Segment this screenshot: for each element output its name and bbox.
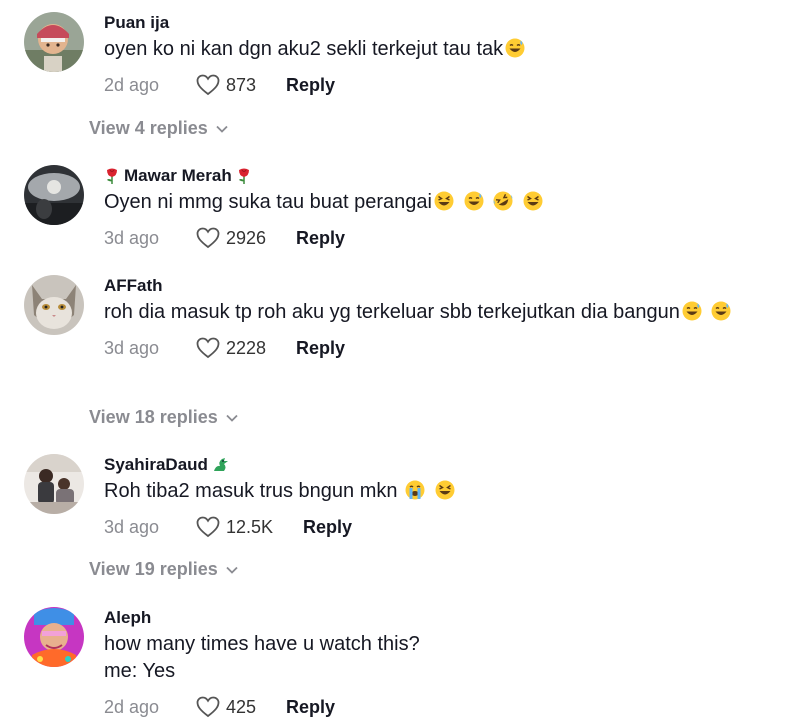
chevron-down-icon <box>226 414 238 422</box>
rose-icon <box>238 168 249 184</box>
username-text[interactable]: Aleph <box>104 607 151 629</box>
avatar[interactable] <box>24 454 84 514</box>
rose-icon <box>107 168 117 184</box>
timestamp: 3d ago <box>104 227 160 248</box>
comment-meta: 3d ago 2228 Reply <box>104 336 794 360</box>
comment-text: oyen ko ni kan dgn aku2 sekli terkejut t… <box>104 36 794 63</box>
view-replies-label: View 18 replies <box>89 407 218 427</box>
comment-text-content: roh dia masuk tp roh aku yg terkeluar sb… <box>104 301 680 323</box>
avatar[interactable] <box>24 12 84 72</box>
squint-laugh-emoji-icon <box>434 191 454 211</box>
comment-text-content: Roh tiba2 masuk trus bngun mkn <box>104 480 398 502</box>
username[interactable]: SyahiraDaud <box>104 454 794 476</box>
view-replies-button[interactable]: View 4 replies <box>89 118 228 139</box>
timestamp: 2d ago <box>104 696 160 717</box>
heart-icon <box>196 227 220 249</box>
sweat-grin-emoji-icon <box>682 301 702 321</box>
squint-laugh-emoji-icon <box>523 191 543 211</box>
comment-list: Puan ija oyen ko ni kan dgn aku2 sekli t… <box>0 0 810 728</box>
timestamp: 3d ago <box>104 337 160 358</box>
username[interactable]: Mawar Merah <box>104 165 794 187</box>
view-replies-button[interactable]: View 19 replies <box>89 559 238 580</box>
comment-meta: 3d ago 2926 Reply <box>104 226 794 250</box>
reply-button[interactable]: Reply <box>286 75 335 96</box>
chevron-down-icon <box>226 566 238 574</box>
comment-text-content: how many times have u watch this? me: Ye… <box>104 633 420 682</box>
dragon-icon <box>213 458 228 471</box>
reply-button[interactable]: Reply <box>296 228 345 249</box>
comment-text: roh dia masuk tp roh aku yg terkeluar sb… <box>104 299 744 326</box>
heart-icon <box>196 696 220 718</box>
rofl-emoji-icon <box>493 191 513 211</box>
comment-meta: 2d ago 873 Reply <box>104 73 794 97</box>
reply-button[interactable]: Reply <box>296 338 345 359</box>
comment-text: Oyen ni mmg suka tau buat perangai <box>104 189 794 216</box>
username-text[interactable]: SyahiraDaud <box>104 454 208 476</box>
like-button[interactable]: 873 <box>196 74 256 96</box>
squint-laugh-emoji-icon <box>435 480 455 500</box>
chevron-down-icon <box>216 125 228 133</box>
view-replies-label: View 4 replies <box>89 118 208 138</box>
comment-meta: 2d ago 425 Reply <box>104 695 794 719</box>
username-text[interactable]: Puan ija <box>104 12 169 34</box>
avatar[interactable] <box>24 165 84 225</box>
crying-emoji-icon <box>405 480 425 500</box>
heart-icon <box>196 74 220 96</box>
avatar[interactable] <box>24 607 84 667</box>
username-text[interactable]: AFFath <box>104 275 163 297</box>
like-count: 425 <box>226 696 257 717</box>
like-count: 2228 <box>226 337 267 358</box>
sweat-grin-emoji-icon <box>505 38 525 58</box>
timestamp: 3d ago <box>104 516 160 537</box>
like-button[interactable]: 425 <box>196 696 256 718</box>
heart-icon <box>196 516 220 538</box>
sweat-grin-emoji-icon <box>464 191 484 211</box>
reply-button[interactable]: Reply <box>303 517 352 538</box>
username-text[interactable]: Mawar Merah <box>124 165 232 187</box>
username[interactable]: Aleph <box>104 607 794 629</box>
comment-text: Roh tiba2 masuk trus bngun mkn <box>104 478 794 505</box>
sweat-grin-emoji-icon <box>711 301 731 321</box>
comment-text: how many times have u watch this? me: Ye… <box>104 631 794 685</box>
username[interactable]: AFFath <box>104 275 794 297</box>
comment-text-content: oyen ko ni kan dgn aku2 sekli terkejut t… <box>104 38 504 60</box>
view-replies-label: View 19 replies <box>89 559 218 579</box>
like-button[interactable]: 2228 <box>196 337 266 359</box>
username[interactable]: Puan ija <box>104 12 794 34</box>
like-count: 873 <box>226 74 257 95</box>
avatar[interactable] <box>24 275 84 335</box>
heart-icon <box>196 337 220 359</box>
comment-text-content: Oyen ni mmg suka tau buat perangai <box>104 191 432 213</box>
like-button[interactable]: 12.5K <box>196 516 273 538</box>
like-button[interactable]: 2926 <box>196 227 266 249</box>
comment-meta: 3d ago 12.5K Reply <box>104 515 794 539</box>
view-replies-button[interactable]: View 18 replies <box>89 407 238 428</box>
like-count: 2926 <box>226 227 267 248</box>
timestamp: 2d ago <box>104 74 160 95</box>
like-count: 12.5K <box>226 516 274 537</box>
reply-button[interactable]: Reply <box>286 697 335 718</box>
